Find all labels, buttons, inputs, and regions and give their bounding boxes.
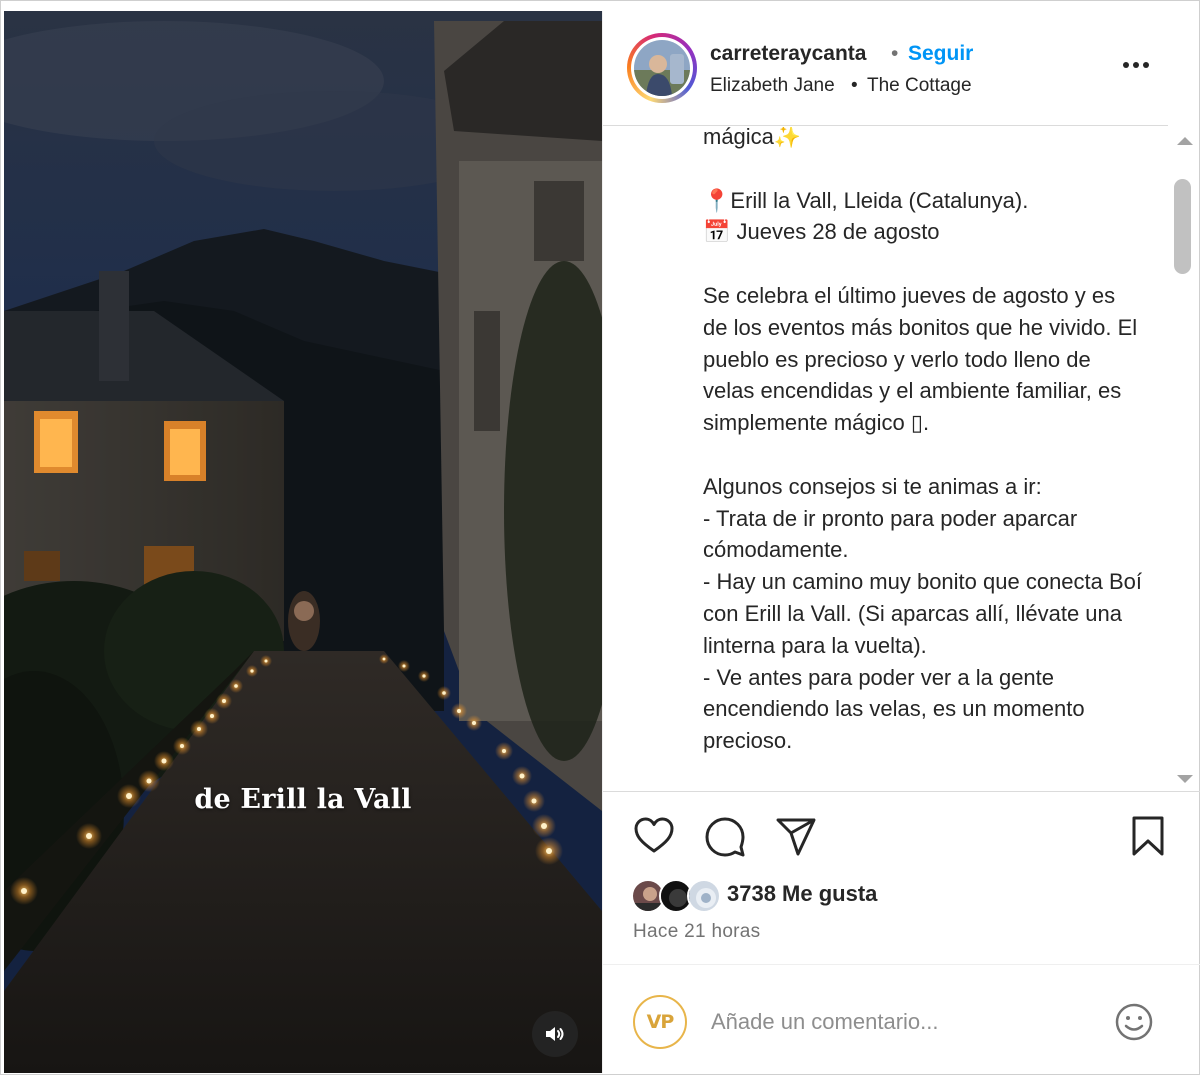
scrollbar-thumb[interactable]: [1174, 179, 1191, 274]
night-village-scene: [4, 11, 602, 1073]
liker-avatar: [687, 879, 721, 913]
video-overlay-text: de Erill la Vall: [194, 784, 412, 815]
more-options-icon: [1123, 62, 1149, 68]
comment-button[interactable]: [702, 813, 748, 859]
likes-count[interactable]: 3738 Me gusta: [727, 881, 877, 907]
post-actions: 3738 Me gusta Hace 21 horas: [603, 793, 1200, 963]
follow-button[interactable]: Seguir: [908, 42, 973, 66]
current-user-avatar-text: VP: [646, 1011, 675, 1033]
audio-author-link[interactable]: Elizabeth Jane: [710, 75, 835, 97]
audio-title-link[interactable]: The Cottage: [867, 75, 972, 97]
scroll-up-arrow-icon[interactable]: [1177, 137, 1193, 145]
audio-separator: •: [851, 75, 858, 96]
heart-icon: [634, 817, 674, 853]
speaker-icon: [546, 1027, 564, 1041]
sound-toggle-button[interactable]: [532, 1011, 578, 1057]
comment-input[interactable]: [711, 1005, 1091, 1039]
more-options-button[interactable]: [1118, 55, 1154, 75]
caption-scroll-area[interactable]: mágica✨ 📍Erill la Vall, Lleida (Cataluny…: [603, 127, 1200, 792]
scroll-down-arrow-icon[interactable]: [1177, 775, 1193, 783]
emoji-icon: [1115, 1003, 1153, 1041]
emoji-button[interactable]: [1113, 1001, 1155, 1043]
current-user-avatar: VP: [633, 995, 687, 1049]
share-icon: [776, 818, 816, 856]
separator-dot: •: [891, 42, 899, 65]
post-video[interactable]: de Erill la Vall: [4, 11, 602, 1073]
post-details-panel: carreteraycanta • Seguir Elizabeth Jane …: [602, 11, 1200, 1073]
post-timestamp[interactable]: Hace 21 horas: [633, 921, 760, 943]
share-button[interactable]: [773, 813, 819, 859]
username-link[interactable]: carreteraycanta: [710, 42, 866, 66]
comment-icon: [705, 817, 745, 857]
bookmark-icon: [1132, 816, 1164, 856]
post-header: carreteraycanta • Seguir Elizabeth Jane …: [603, 11, 1168, 126]
like-button[interactable]: [631, 813, 677, 859]
comment-bar: VP: [603, 964, 1200, 1073]
profile-photo: [634, 40, 690, 96]
instagram-post-window: de Erill la Vall carreteraycanta • Segui…: [0, 0, 1200, 1075]
scrollbar[interactable]: [1171, 127, 1197, 791]
save-button[interactable]: [1125, 813, 1171, 859]
post-caption: mágica✨ 📍Erill la Vall, Lleida (Cataluny…: [703, 127, 1143, 754]
avatar[interactable]: [627, 33, 697, 103]
likers-avatars[interactable]: [631, 879, 727, 913]
